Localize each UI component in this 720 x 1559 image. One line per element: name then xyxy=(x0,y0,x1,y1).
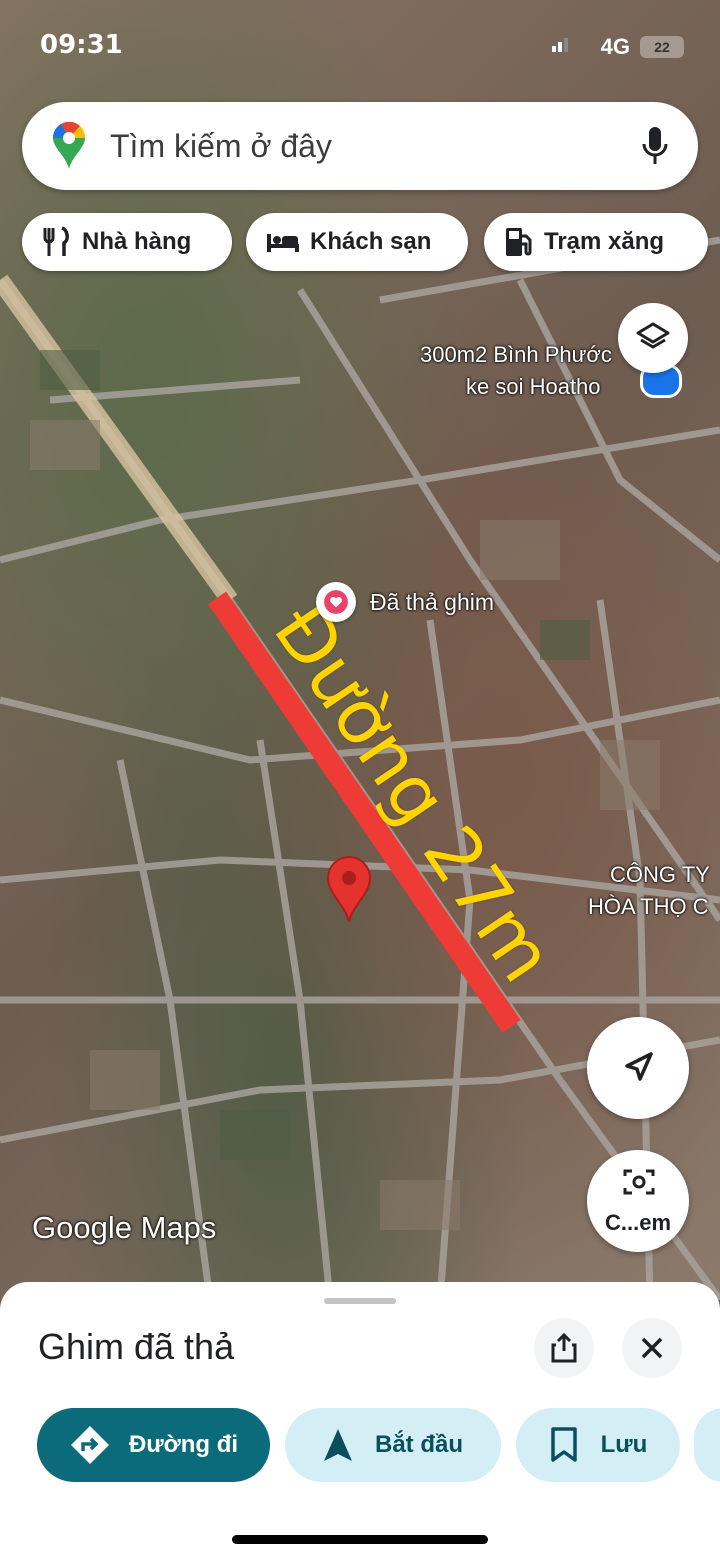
bookmark-icon xyxy=(550,1427,577,1462)
chip-label: Khách sạn xyxy=(310,228,432,255)
status-bar: 09:31 4G 22 xyxy=(0,30,720,64)
search-input[interactable]: Tìm kiếm ở đây xyxy=(110,128,332,165)
microphone-icon[interactable] xyxy=(642,126,668,166)
place-label-line2[interactable]: ke soi Hoatho xyxy=(466,374,601,400)
signal-icon xyxy=(552,38,568,52)
sheet-title: Ghim đã thả xyxy=(38,1326,235,1367)
home-indicator xyxy=(232,1535,488,1544)
directions-icon xyxy=(70,1426,109,1464)
hotel-icon xyxy=(267,234,299,252)
start-button[interactable]: Bắt đầu xyxy=(285,1408,501,1482)
chip-hotels[interactable]: Khách sạn xyxy=(246,213,468,271)
company-label-line1[interactable]: CÔNG TY xyxy=(610,862,710,888)
camera-search-button[interactable]: C...em xyxy=(587,1150,689,1252)
sheet-drag-handle[interactable] xyxy=(324,1298,396,1304)
chip-gas-stations[interactable]: Trạm xăng xyxy=(484,213,708,271)
start-label: Bắt đầu xyxy=(374,1431,463,1458)
map-layers-button[interactable] xyxy=(618,303,688,373)
heart-icon xyxy=(316,582,356,622)
save-button[interactable]: Lưu xyxy=(516,1408,680,1482)
google-maps-attribution: Google Maps xyxy=(32,1210,217,1245)
gas-station-icon xyxy=(506,228,532,256)
save-label: Lưu xyxy=(600,1431,648,1458)
close-button[interactable] xyxy=(622,1318,682,1378)
company-label-line2[interactable]: HÒA THỌ C xyxy=(588,894,709,920)
navigation-arrow-icon xyxy=(323,1429,352,1461)
camera-button-label: C...em xyxy=(604,1210,672,1235)
chip-label: Trạm xăng xyxy=(544,228,665,255)
chip-restaurants[interactable]: Nhà hàng xyxy=(22,213,232,271)
navigation-arrow-icon xyxy=(625,1052,653,1081)
pinned-label-text: Đã thả ghim xyxy=(370,588,495,615)
directions-label: Đường đi xyxy=(128,1431,239,1458)
share-icon xyxy=(551,1333,577,1363)
google-maps-logo-icon xyxy=(52,122,86,169)
my-location-button[interactable] xyxy=(587,1017,689,1119)
camera-icon xyxy=(623,1169,655,1195)
status-time: 09:31 xyxy=(40,30,123,60)
directions-button[interactable]: Đường đi xyxy=(37,1408,270,1482)
chip-label: Nhà hàng xyxy=(82,228,192,255)
place-bottom-sheet[interactable]: Ghim đã thả Đường đi Bắt đầu Lưu xyxy=(0,1282,720,1559)
place-label-line1[interactable]: 300m2 Bình Phước xyxy=(420,342,612,368)
restaurant-icon xyxy=(43,226,69,256)
map-view[interactable]: Đường 27m 300m2 Bình Phước ke soi Hoatho… xyxy=(0,0,720,1300)
network-type: 4G xyxy=(600,34,630,59)
battery-level: 22 xyxy=(640,36,684,58)
search-bar[interactable]: Tìm kiếm ở đây xyxy=(22,102,698,190)
layers-icon xyxy=(636,322,670,349)
more-actions-button[interactable] xyxy=(694,1408,720,1482)
dropped-pin-icon[interactable] xyxy=(326,856,372,929)
share-button[interactable] xyxy=(534,1318,594,1378)
pinned-place-label[interactable]: Đã thả ghim xyxy=(316,582,494,622)
close-icon xyxy=(641,1337,663,1359)
